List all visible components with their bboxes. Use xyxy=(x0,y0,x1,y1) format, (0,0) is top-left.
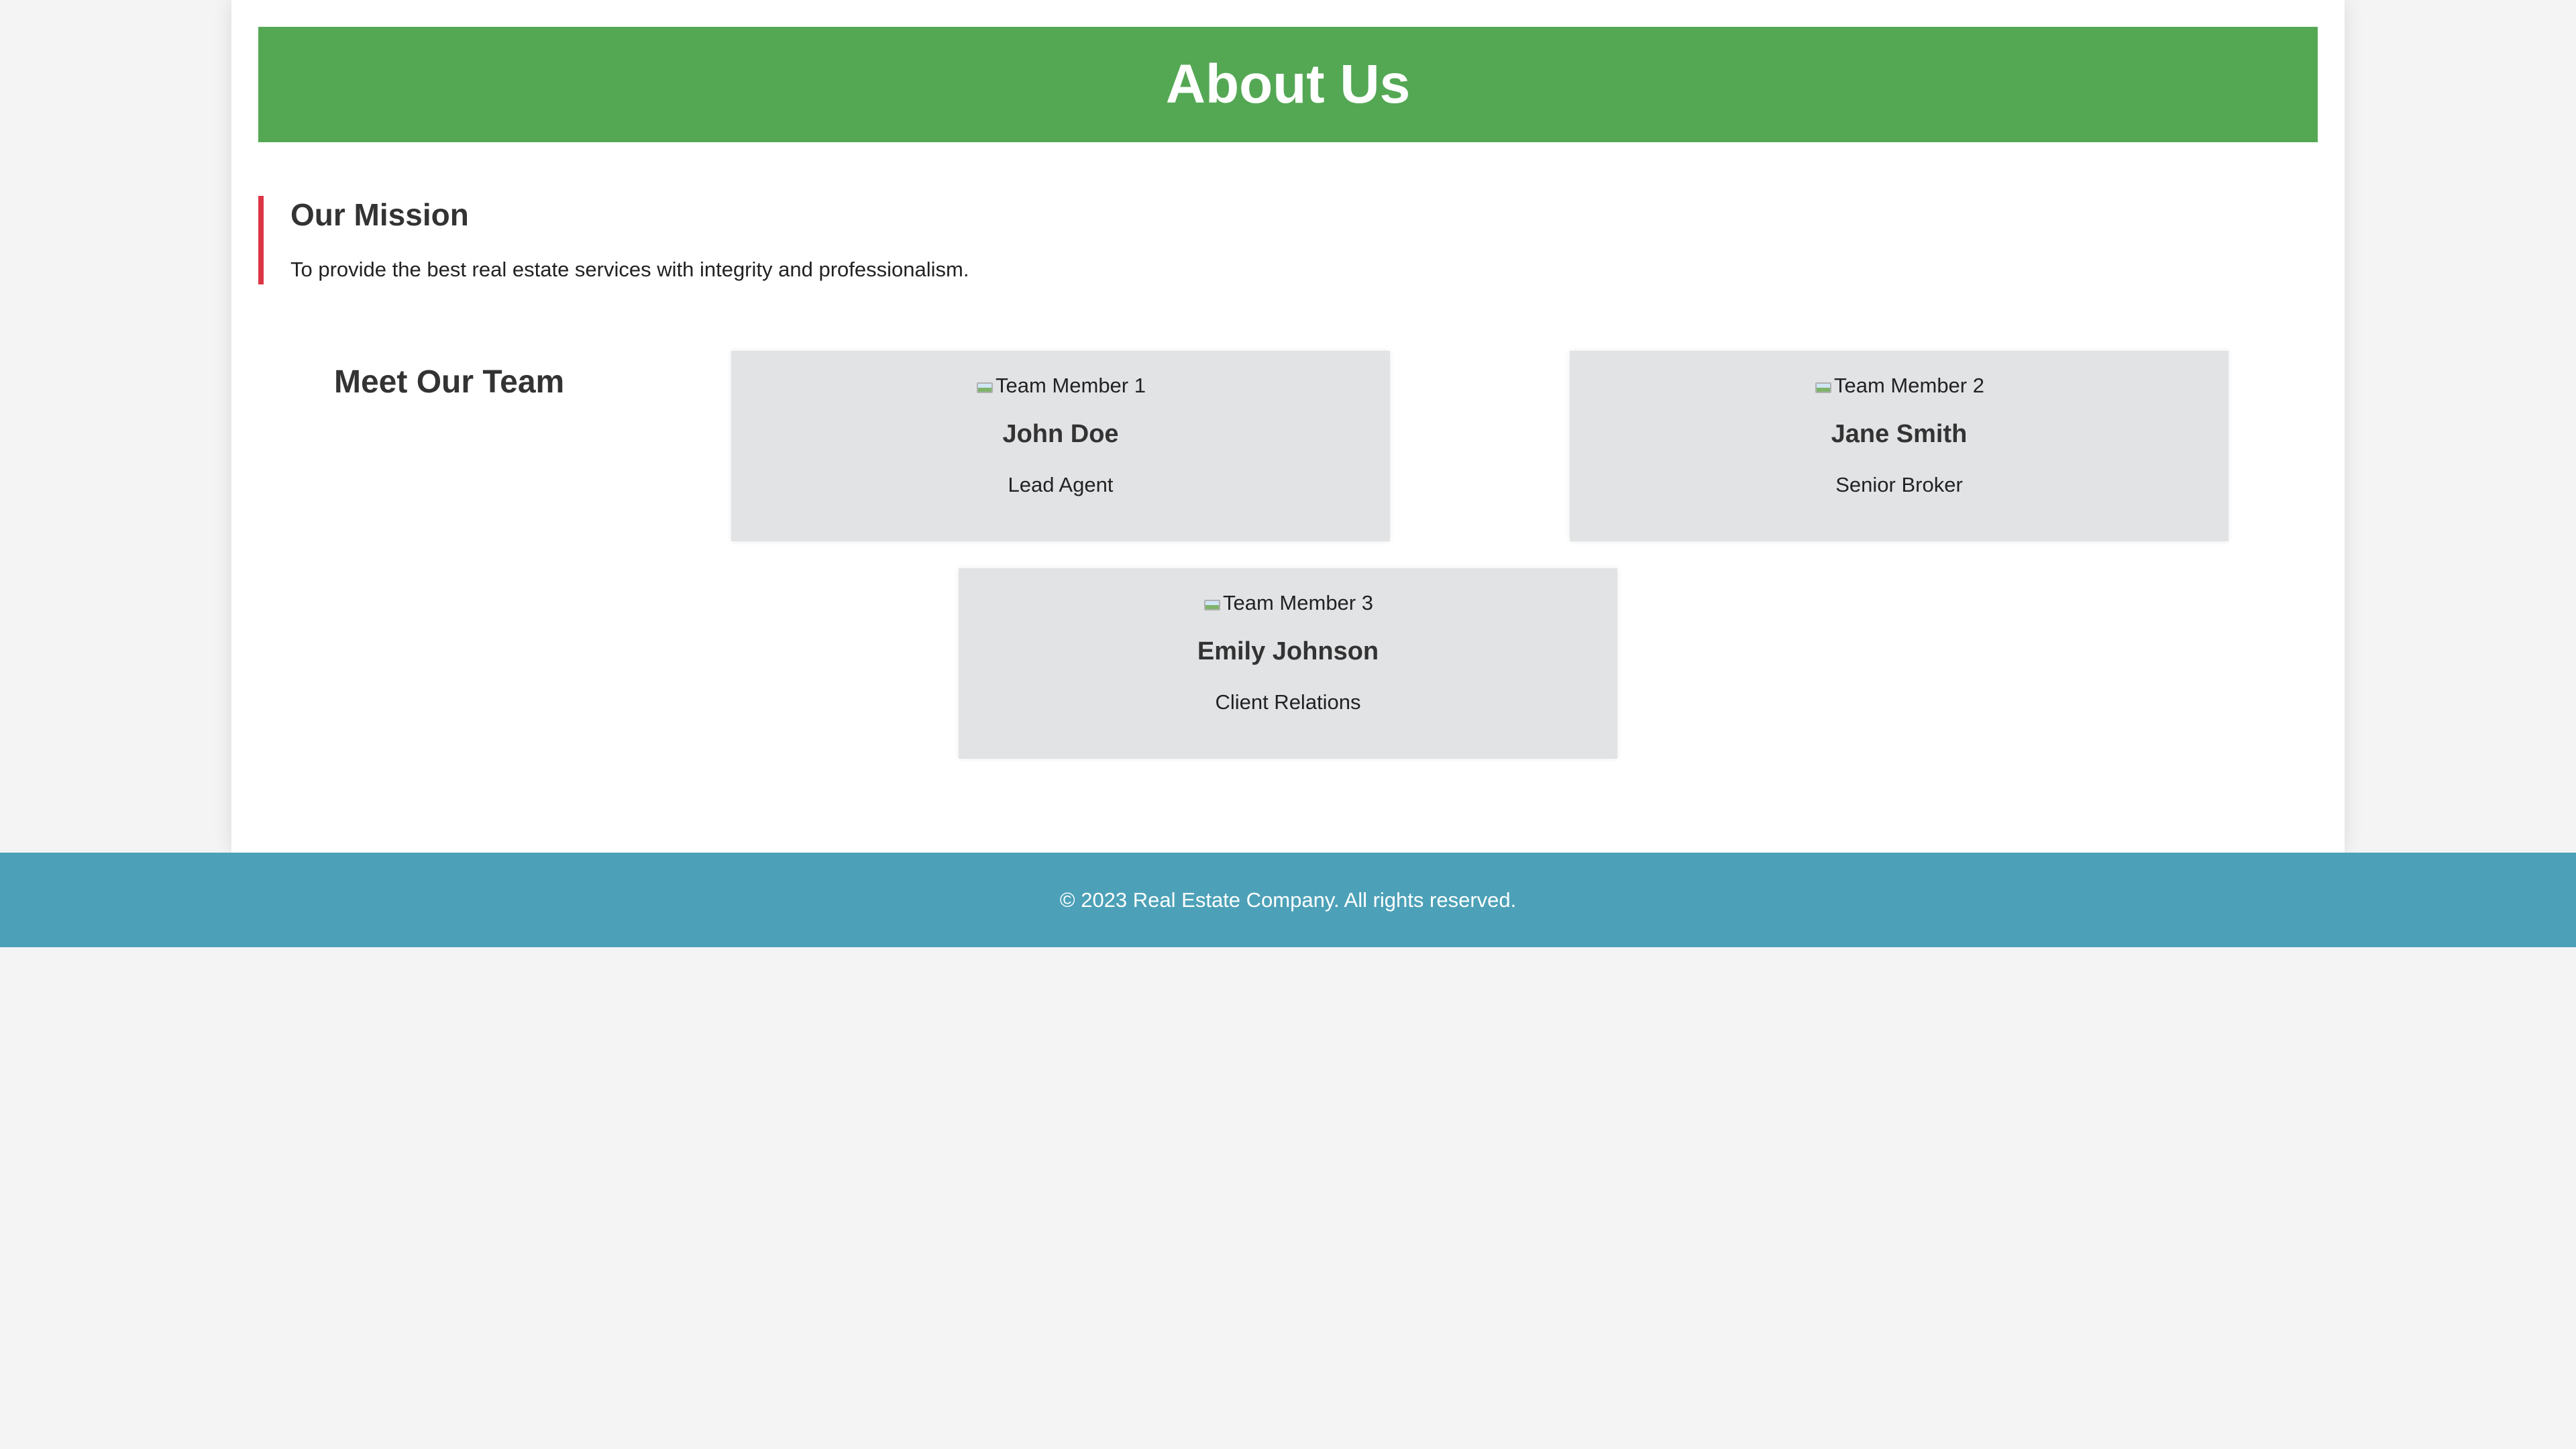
team-member-photo-alt: Team Member 2 xyxy=(1834,374,1984,397)
team-member-photo-alt: Team Member 3 xyxy=(1223,591,1373,614)
team-member-card-emily-johnson: Team Member 3 Emily Johnson Client Relat… xyxy=(959,568,1617,759)
mission-heading: Our Mission xyxy=(290,197,469,232)
page-container: About Us Our Mission To provide the best… xyxy=(231,0,2345,853)
team-member-card-jane-smith: Team Member 2 Jane Smith Senior Broker xyxy=(1570,351,2229,541)
team-member-photo: Team Member 2 xyxy=(1570,371,2229,400)
page-title: About Us xyxy=(1165,54,1411,115)
page-footer: © 2023 Real Estate Company. All rights r… xyxy=(0,853,2576,947)
broken-image-icon xyxy=(1203,597,1222,610)
broken-image-icon xyxy=(1814,380,1833,393)
team-member-role: Lead Agent xyxy=(1008,473,1114,496)
team-member-name: John Doe xyxy=(1002,420,1119,448)
team-member-role: Senior Broker xyxy=(1835,473,1963,496)
team-member-name: Emily Johnson xyxy=(1197,637,1379,665)
team-member-photo: Team Member 3 xyxy=(959,588,1617,618)
team-member-name: Jane Smith xyxy=(1831,420,1968,448)
mission-text: To provide the best real estate services… xyxy=(290,258,969,281)
header-banner: About Us xyxy=(258,27,2318,142)
footer-copyright: © 2023 Real Estate Company. All rights r… xyxy=(1059,888,1517,912)
mission-section: Our Mission To provide the best real est… xyxy=(258,196,1605,284)
team-member-photo-alt: Team Member 1 xyxy=(996,374,1146,397)
team-heading: Meet Our Team xyxy=(334,364,565,400)
team-member-role: Client Relations xyxy=(1215,690,1361,714)
team-member-card-john-doe: Team Member 1 John Doe Lead Agent xyxy=(731,351,1390,541)
team-member-photo: Team Member 1 xyxy=(731,371,1390,400)
broken-image-icon xyxy=(975,380,994,393)
